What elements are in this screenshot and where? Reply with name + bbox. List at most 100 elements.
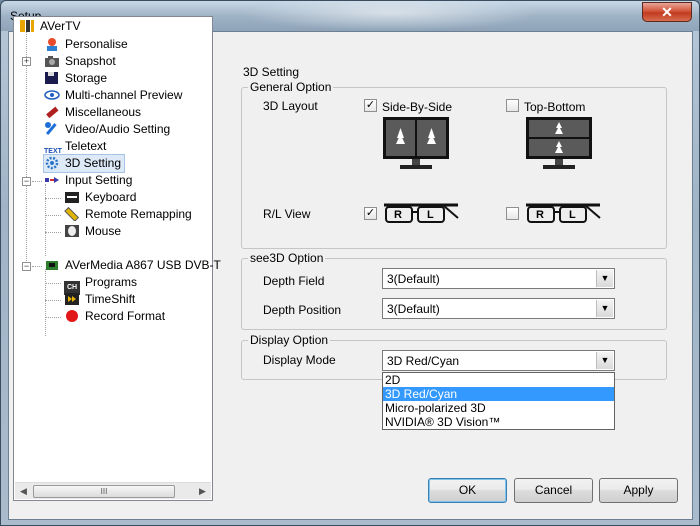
tree-item-input-setting[interactable]: Input Setting bbox=[44, 172, 132, 189]
tree-item-keyboard[interactable]: Keyboard bbox=[64, 189, 136, 206]
glasses-normal-icon: R L bbox=[382, 200, 460, 226]
rl-normal-checkbox[interactable]: ✓ bbox=[364, 207, 377, 220]
tree-item-label: Multi-channel Preview bbox=[65, 88, 183, 102]
glasses-r-label: R bbox=[394, 209, 402, 221]
panel-title: 3D Setting bbox=[243, 65, 300, 79]
tree-item-label: Remote Remapping bbox=[85, 207, 192, 221]
display-mode-value: 3D Red/Cyan bbox=[387, 354, 460, 368]
glasses-swapped-icon: R L bbox=[524, 200, 602, 226]
input-icon bbox=[45, 177, 59, 183]
depth-field-select[interactable]: 3(Default) ▼ bbox=[382, 268, 615, 289]
display-mode-option-2d[interactable]: 2D bbox=[383, 373, 614, 387]
display-mode-label: Display Mode bbox=[263, 353, 336, 367]
tree-item-timeshift[interactable]: TimeShift bbox=[64, 291, 135, 308]
tree-item-remote-remapping[interactable]: Remote Remapping bbox=[64, 206, 192, 223]
tree-item-label: Input Setting bbox=[65, 173, 133, 187]
tree-line bbox=[45, 300, 61, 301]
tree-item-label: Snapshot bbox=[65, 54, 116, 68]
mouse-icon bbox=[65, 225, 79, 237]
chevron-down-icon[interactable]: ▼ bbox=[596, 352, 613, 369]
top-bottom-checkbox[interactable] bbox=[506, 99, 519, 112]
tree-item-mouse[interactable]: Mouse bbox=[64, 223, 121, 240]
glasses-l-label: L bbox=[569, 209, 576, 221]
tree-item-programs[interactable]: CH Programs bbox=[64, 274, 138, 295]
display-mode-option-micro-polarized[interactable]: Micro-polarized 3D bbox=[383, 401, 614, 415]
tree-line bbox=[45, 198, 61, 199]
side-by-side-preview-icon bbox=[383, 117, 449, 169]
tree-item-3d-setting[interactable]: 3D Setting bbox=[42, 154, 126, 173]
tree-item-miscellaneous[interactable]: Miscellaneous bbox=[44, 104, 141, 121]
collapse-input-setting-icon[interactable]: − bbox=[22, 177, 31, 186]
tree-item-label: Programs bbox=[85, 275, 138, 289]
glasses-l-label: L bbox=[427, 209, 434, 221]
tree-line bbox=[45, 269, 46, 336]
top-bottom-preview-icon bbox=[526, 117, 592, 169]
display-mode-select[interactable]: 3D Red/Cyan ▼ bbox=[382, 350, 615, 371]
tree-item-record-format[interactable]: Record Format bbox=[64, 308, 165, 325]
depth-field-value: 3(Default) bbox=[387, 272, 440, 286]
tree-item-label: Video/Audio Setting bbox=[65, 122, 171, 136]
tree-horizontal-scrollbar[interactable]: ◀ III ▶ bbox=[15, 482, 211, 499]
tree-item-label: Storage bbox=[65, 71, 108, 85]
eye-icon bbox=[44, 90, 60, 100]
timeshift-icon bbox=[65, 293, 79, 305]
tree-item-label: AVerMedia A867 USB DVB-T bbox=[65, 258, 221, 272]
floppy-icon bbox=[45, 72, 58, 84]
tree-item-snapshot[interactable]: Snapshot bbox=[44, 53, 116, 70]
display-option-label: Display Option bbox=[248, 333, 331, 347]
side-by-side-checkbox[interactable]: ✓ bbox=[364, 99, 377, 112]
keyboard-icon bbox=[65, 192, 79, 203]
display-mode-option-nvidia-3d-vision[interactable]: NVIDIA® 3D Vision™ bbox=[383, 415, 614, 429]
tree-line bbox=[32, 266, 42, 267]
tree-item-multi-channel-preview[interactable]: Multi-channel Preview bbox=[44, 87, 182, 104]
rl-swapped-checkbox[interactable] bbox=[506, 207, 519, 220]
ok-button[interactable]: OK bbox=[428, 478, 507, 503]
tree-item-label: Record Format bbox=[85, 309, 166, 323]
scroll-thumb[interactable]: III bbox=[33, 485, 175, 498]
wrench-icon bbox=[45, 122, 57, 136]
see3d-option-label: see3D Option bbox=[248, 251, 326, 265]
tree-item-avermedia-a867[interactable]: AVerMedia A867 USB DVB-T bbox=[44, 257, 221, 274]
tree-root-avertv[interactable]: AVerTV bbox=[19, 18, 80, 35]
side-by-side-label: Side-By-Side bbox=[382, 100, 453, 114]
tree-item-personalise[interactable]: Personalise bbox=[44, 36, 128, 53]
3d-layout-label: 3D Layout bbox=[263, 99, 318, 113]
chevron-down-icon[interactable]: ▼ bbox=[596, 300, 613, 317]
remote-icon bbox=[64, 207, 80, 221]
depth-position-label: Depth Position bbox=[263, 303, 342, 317]
record-icon bbox=[66, 310, 78, 322]
glasses-r-label: R bbox=[536, 209, 544, 221]
tree-line bbox=[45, 215, 61, 216]
tree-item-label: AVerTV bbox=[40, 19, 81, 33]
gear-icon bbox=[45, 156, 59, 170]
tree-line bbox=[45, 232, 61, 233]
tuner-icon bbox=[46, 261, 58, 270]
tree-item-label: TimeShift bbox=[85, 292, 136, 306]
tree-line bbox=[45, 283, 61, 284]
avertv-icon bbox=[20, 20, 34, 32]
rl-view-label: R/L View bbox=[263, 207, 311, 221]
close-button[interactable]: ✕ bbox=[642, 2, 692, 22]
collapse-tuner-icon[interactable]: − bbox=[22, 262, 31, 271]
expand-personalise-icon[interactable]: + bbox=[22, 57, 31, 66]
scroll-left-icon[interactable]: ◀ bbox=[15, 483, 32, 500]
personalise-icon bbox=[47, 38, 57, 51]
tree-item-video-audio-setting[interactable]: Video/Audio Setting bbox=[44, 121, 170, 138]
tree-item-storage[interactable]: Storage bbox=[44, 70, 107, 87]
tree-item-label: Miscellaneous bbox=[65, 105, 142, 119]
display-mode-option-red-cyan[interactable]: 3D Red/Cyan bbox=[383, 387, 614, 401]
depth-position-value: 3(Default) bbox=[387, 302, 440, 316]
top-bottom-label: Top-Bottom bbox=[524, 100, 586, 114]
cancel-button[interactable]: Cancel bbox=[514, 478, 593, 503]
display-mode-dropdown-list[interactable]: 2D 3D Red/Cyan Micro-polarized 3D NVIDIA… bbox=[382, 372, 615, 430]
tree-line bbox=[32, 181, 42, 182]
apply-button[interactable]: Apply bbox=[599, 478, 678, 503]
title-bar-reflection bbox=[241, 1, 541, 31]
settings-tree[interactable]: AVerTV + Personalise Snapshot Storage Mu… bbox=[13, 16, 221, 501]
chevron-down-icon[interactable]: ▼ bbox=[596, 270, 613, 287]
tree-line bbox=[45, 317, 61, 318]
scroll-right-icon[interactable]: ▶ bbox=[194, 483, 211, 500]
tree-item-teletext[interactable]: TEXT Teletext bbox=[44, 138, 106, 155]
general-option-label: General Option bbox=[248, 80, 334, 94]
depth-position-select[interactable]: 3(Default) ▼ bbox=[382, 298, 615, 319]
